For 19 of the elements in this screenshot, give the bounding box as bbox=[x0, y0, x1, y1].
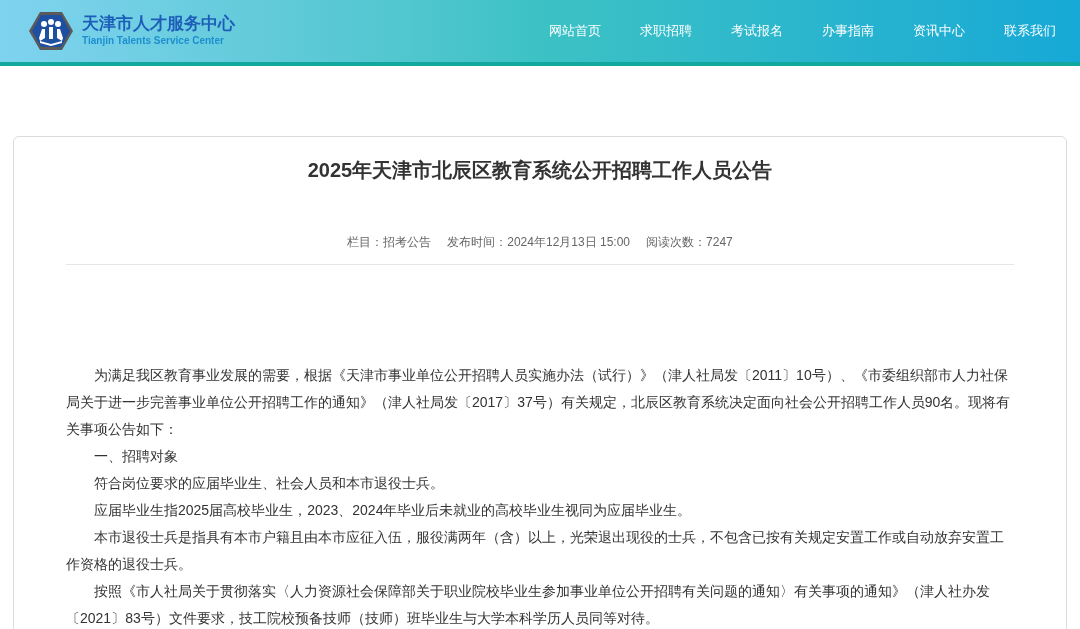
nav-link[interactable]: 网站首页 bbox=[549, 21, 601, 41]
paragraph: 按照《市人社局关于贯彻落实〈人力资源社会保障部关于职业院校毕业生参加事业单位公开招聘有关问题的通知〉有关事项的通知》（津人社办发〔2021〕83号）文件要求，技工院校预备技师（技师）班毕业生与大学本科学历人员同等对待。 bbox=[66, 582, 991, 628]
article-meta: 栏目：招考公告 bbox=[347, 234, 432, 251]
paragraph: 本市退役士兵是指具有本市户籍且由本市应征入伍，服役满两年（含）以上，光荣退出现役的士兵，不包含已按有关规定安置工作或自动放弃安置工作资格的退役士兵。 bbox=[66, 528, 1005, 574]
paragraph: 符合岗位要求的应届毕业生、社会人员和本市退役士兵。 bbox=[93, 474, 445, 493]
site-name-english: Tianjin Talents Service Center bbox=[82, 34, 225, 48]
site-name: 天津市人才服务中心 bbox=[82, 14, 235, 34]
logo-icon bbox=[28, 11, 74, 51]
nav-link[interactable]: 考试报名 bbox=[731, 21, 783, 41]
nav-link[interactable]: 办事指南 bbox=[822, 21, 874, 41]
article-meta: 阅读次数：7247 bbox=[646, 234, 733, 251]
paragraph: 为满足我区教育事业发展的需要，根据《天津市事业单位公开招聘人员实施办法（试行）》（津人社局发〔2011〕10号）、《市委组织部市人力社保局关于进一步完善事业单位公开招聘工作的通知》（津人社局发〔2017〕37号）有关规定，北辰区教育系统决定面向社会公开招聘工作人员90名。现将有关事项公告如下： bbox=[66, 366, 1012, 439]
nav-link[interactable]: 资讯中心 bbox=[913, 21, 965, 41]
paragraph: 一、招聘对象 bbox=[93, 447, 179, 466]
paragraph: 应届毕业生指2025届高校毕业生，2023、2024年毕业后未就业的高校毕业生视同为应届毕业生。 bbox=[93, 501, 693, 520]
article-meta: 发布时间：2024年12月13日 15:00 bbox=[447, 234, 631, 251]
nav-link[interactable]: 联系我们 bbox=[1004, 21, 1056, 41]
article-title: 2025年天津市北辰区教育系统公开招聘工作人员公告 bbox=[306, 158, 774, 183]
nav-link[interactable]: 求职招聘 bbox=[640, 21, 692, 41]
